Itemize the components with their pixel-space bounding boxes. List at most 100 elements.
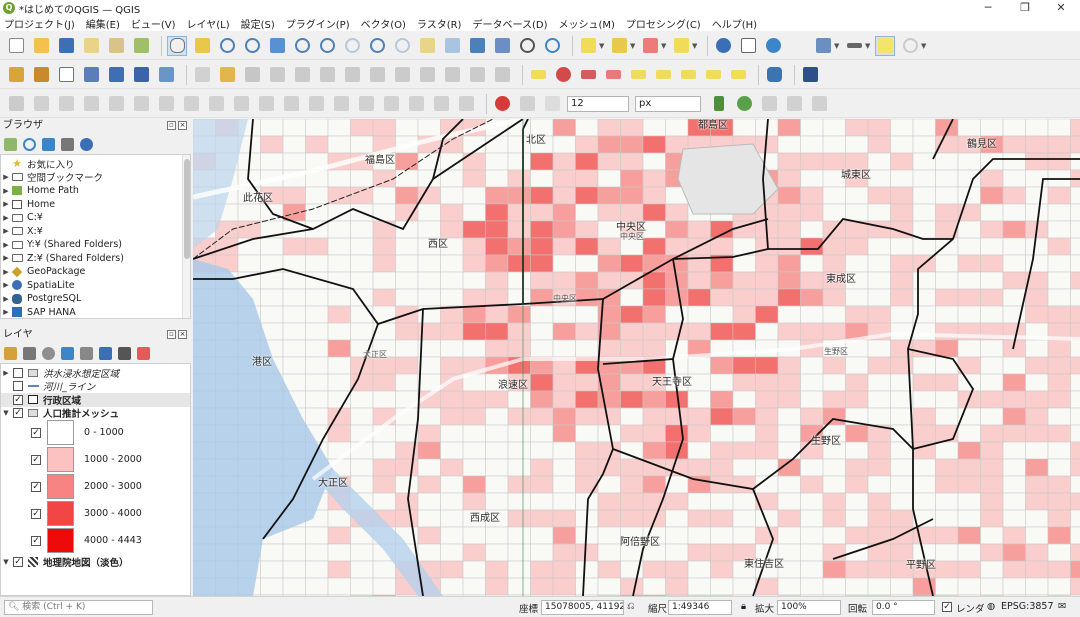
copy-button[interactable] bbox=[417, 65, 437, 85]
label-properties-button[interactable] bbox=[703, 65, 723, 85]
browser-item[interactable]: ▶ Home bbox=[1, 198, 190, 212]
save-project-button[interactable] bbox=[56, 36, 76, 56]
layer-checkbox[interactable] bbox=[13, 381, 23, 392]
add-raster-button[interactable] bbox=[131, 65, 151, 85]
browser-item[interactable]: ▶ SpatiaLite bbox=[1, 279, 190, 293]
zoom-next-button[interactable] bbox=[392, 36, 412, 56]
browser-item[interactable]: ▶ PostgreSQL bbox=[1, 292, 190, 306]
locator-button[interactable] bbox=[900, 36, 920, 56]
chevron-down-icon[interactable]: ▼ bbox=[630, 42, 636, 50]
adv-tool-7[interactable] bbox=[181, 94, 201, 114]
restore-button[interactable]: ❐ bbox=[1008, 0, 1042, 16]
toolbox-button[interactable] bbox=[763, 36, 783, 56]
chevron-down-icon[interactable]: ▼ bbox=[921, 42, 927, 50]
reshape-tool-button[interactable] bbox=[809, 94, 829, 114]
chevron-right-icon[interactable]: ▶ bbox=[1, 200, 11, 208]
browser-item[interactable]: ▶ Y:¥ (Shared Folders) bbox=[1, 238, 190, 252]
chevron-down-icon[interactable]: ▼ bbox=[1, 558, 11, 566]
adv-tool-4[interactable] bbox=[106, 94, 126, 114]
deselect-button[interactable] bbox=[640, 36, 660, 56]
attribute-form-button[interactable] bbox=[813, 36, 833, 56]
modify-attributes-button[interactable] bbox=[342, 65, 362, 85]
zoom-last-button[interactable] bbox=[367, 36, 387, 56]
chevron-down-icon[interactable]: ▼ bbox=[661, 42, 667, 50]
new-project-button[interactable] bbox=[6, 36, 26, 56]
new-3d-view-button[interactable] bbox=[442, 36, 462, 56]
pin-labels-button[interactable] bbox=[578, 65, 598, 85]
layer-row-rivers[interactable]: 河川_ライン bbox=[1, 380, 190, 393]
refresh-icon[interactable] bbox=[23, 137, 36, 151]
chevron-down-icon[interactable]: ▼ bbox=[834, 42, 840, 50]
new-bookmark-button[interactable] bbox=[467, 36, 487, 56]
lock-icon[interactable]: 🔒︎ bbox=[741, 601, 746, 612]
menu-mesh[interactable]: メッシュ(M) bbox=[558, 16, 614, 31]
identify-button[interactable] bbox=[713, 36, 733, 56]
toggle-extents-icon[interactable]: ⎌ bbox=[627, 601, 635, 612]
adv-tool-15[interactable] bbox=[381, 94, 401, 114]
legend-item[interactable]: ✓ 0 - 1000 bbox=[31, 420, 124, 445]
paste-button[interactable] bbox=[442, 65, 462, 85]
map-tips-button[interactable] bbox=[875, 35, 895, 56]
legend-item[interactable]: ✓ 2000 - 3000 bbox=[31, 474, 142, 499]
browser-item[interactable]: ▶ X:¥ bbox=[1, 225, 190, 239]
chevron-right-icon[interactable]: ▶ bbox=[1, 268, 11, 276]
legend-item[interactable]: ✓ 1000 - 2000 bbox=[31, 447, 142, 472]
layer-row-admin[interactable]: ✓ 行政区域 bbox=[1, 393, 190, 407]
scale-field[interactable]: 1:49346 bbox=[668, 600, 732, 615]
zoom-in-button[interactable] bbox=[217, 36, 237, 56]
zoom-layer-button[interactable] bbox=[317, 36, 337, 56]
messages-icon[interactable]: ✉ bbox=[1058, 601, 1066, 612]
select-location-button[interactable] bbox=[671, 36, 691, 56]
add-wms-button[interactable] bbox=[106, 65, 126, 85]
snapping-button[interactable] bbox=[492, 94, 512, 114]
chevron-right-icon[interactable]: ▶ bbox=[1, 214, 11, 222]
filter-expression-icon[interactable] bbox=[80, 346, 93, 360]
browser-item[interactable]: ▶ C:¥ bbox=[1, 211, 190, 225]
chevron-right-icon[interactable]: ▶ bbox=[1, 254, 11, 262]
add-mesh-button[interactable] bbox=[156, 65, 176, 85]
layer-checkbox-checked[interactable]: ✓ bbox=[13, 408, 23, 419]
add-vector-button[interactable] bbox=[56, 65, 76, 85]
browser-scrollbar[interactable] bbox=[182, 155, 190, 318]
show-hide-labels-button[interactable] bbox=[603, 65, 623, 85]
chevron-right-icon[interactable]: ▶ bbox=[1, 308, 11, 316]
adv-tool-10[interactable] bbox=[256, 94, 276, 114]
toggle-editing-button[interactable] bbox=[217, 65, 237, 85]
vertex-tool-button[interactable] bbox=[317, 65, 337, 85]
move-label-button[interactable] bbox=[628, 65, 648, 85]
rotation-field[interactable]: 0.0 ° bbox=[872, 600, 935, 615]
collapse-all-icon[interactable] bbox=[61, 137, 74, 151]
browser-item[interactable]: ▶ GeoPackage bbox=[1, 265, 190, 279]
style-panel-icon[interactable] bbox=[4, 346, 17, 360]
menu-vector[interactable]: ベクタ(O) bbox=[361, 16, 406, 31]
legend-checkbox[interactable]: ✓ bbox=[31, 454, 41, 465]
select-features-button[interactable] bbox=[578, 36, 598, 56]
layer-checkbox-checked[interactable]: ✓ bbox=[13, 394, 23, 405]
menu-database[interactable]: データベース(D) bbox=[472, 16, 547, 31]
adv-digitize-button[interactable] bbox=[6, 94, 26, 114]
adv-tool-13[interactable] bbox=[331, 94, 351, 114]
chevron-right-icon[interactable]: ▶ bbox=[1, 173, 11, 181]
adv-tool-3[interactable] bbox=[81, 94, 101, 114]
expand-all-icon[interactable] bbox=[99, 346, 112, 360]
cross-tool-button[interactable] bbox=[759, 94, 779, 114]
adv-tool-12[interactable] bbox=[306, 94, 326, 114]
legend-item[interactable]: ✓ 3000 - 4000 bbox=[31, 501, 142, 526]
zoom-out-button[interactable] bbox=[242, 36, 262, 56]
attribute-table-button[interactable] bbox=[738, 36, 758, 56]
menu-view[interactable]: ビュー(V) bbox=[131, 16, 176, 31]
chevron-down-icon[interactable]: ▼ bbox=[599, 42, 605, 50]
statistics-button[interactable] bbox=[788, 36, 808, 56]
save-edits-button[interactable] bbox=[242, 65, 262, 85]
label-style-button[interactable] bbox=[728, 65, 748, 85]
measure-button[interactable] bbox=[844, 36, 864, 56]
adv-tool-14[interactable] bbox=[356, 94, 376, 114]
layer-checkbox[interactable] bbox=[13, 367, 23, 378]
crs-button[interactable]: EPSG:3857 bbox=[1001, 601, 1054, 612]
add-group-icon[interactable] bbox=[23, 346, 36, 360]
legend-item[interactable]: ✓ 4000 - 4443 bbox=[31, 528, 142, 553]
trace-tool-button[interactable] bbox=[709, 94, 729, 114]
adv-tool-1[interactable] bbox=[31, 94, 51, 114]
adv-tool-5[interactable] bbox=[131, 94, 151, 114]
locator-search-input[interactable]: 🔍︎ 検索 (Ctrl + K) bbox=[4, 600, 153, 615]
